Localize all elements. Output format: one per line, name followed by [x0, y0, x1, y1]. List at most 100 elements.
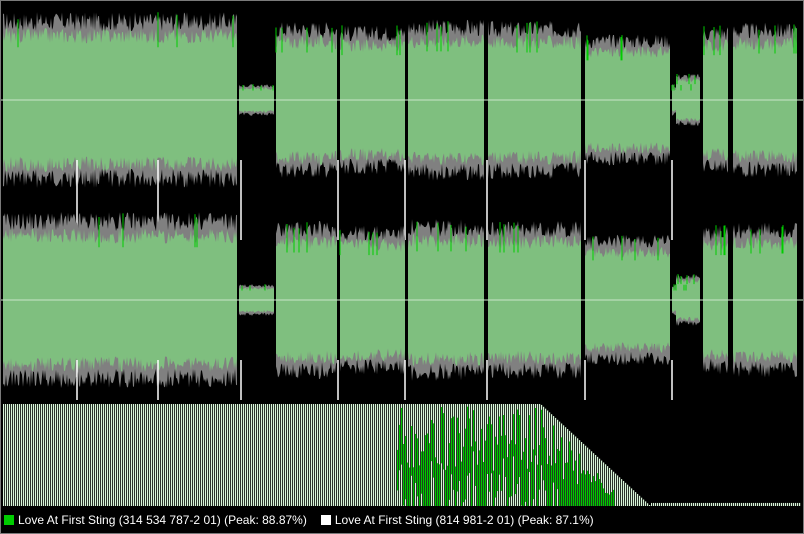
- spectrum-bar-b: [61, 404, 63, 506]
- spectrum-bar-b: [641, 497, 643, 506]
- spectrum-bar-b: [239, 404, 241, 506]
- spectrum-bar-b: [65, 404, 67, 506]
- spectrum-bar-b: [131, 404, 133, 506]
- spectrum-bar-a: [397, 449, 399, 491]
- spectrum-bar-b: [29, 404, 31, 506]
- spectrum-bar-a: [431, 419, 433, 462]
- spectrum-bar-b: [283, 404, 285, 506]
- spectrum-bar-a: [505, 435, 507, 478]
- spectrum-bar-b: [301, 404, 303, 506]
- spectrum-bar-b: [367, 404, 369, 506]
- spectrum-bar-a: [581, 473, 583, 506]
- spectrum-bar-a: [519, 414, 521, 478]
- spectrum-bar-a: [509, 443, 511, 498]
- spectrum-bar-a: [419, 465, 421, 506]
- spectrum-bar-a: [413, 467, 415, 506]
- spectrum-bar-a: [571, 450, 573, 506]
- spectrum-bar-b: [177, 404, 179, 506]
- spectrum-bar-a: [469, 418, 471, 474]
- spectrum-bar-a: [529, 415, 531, 472]
- waveform-channel-right: [0, 212, 804, 400]
- spectrum-bar-b: [93, 404, 95, 506]
- spectrum-bar-a: [599, 479, 601, 506]
- spectrum-bar-a: [441, 407, 443, 464]
- spectrum-bar-b: [23, 404, 25, 506]
- spectrum-bar-b: [135, 404, 137, 506]
- spectrum-bar-b: [73, 404, 75, 506]
- spectrum-bar-b: [261, 404, 263, 506]
- spectrum-bar-b: [361, 404, 363, 506]
- spectrum-bar-b: [155, 404, 157, 506]
- spectrum-bar-b: [71, 404, 73, 506]
- spectrum-bar-b: [91, 404, 93, 506]
- spectrum-bar-a: [589, 474, 591, 506]
- spectrum-bar-b: [119, 404, 121, 506]
- spectrum-bar-b: [153, 404, 155, 506]
- spectrum-bar-a: [415, 433, 417, 483]
- spectrum-bar-a: [547, 464, 549, 506]
- spectrum-bar-a: [539, 445, 541, 490]
- spectrum-bar-b: [49, 404, 51, 506]
- spectrum-bar-b: [251, 404, 253, 506]
- spectrum-bar-b: [113, 404, 115, 506]
- spectrum-bar-b: [21, 404, 23, 506]
- spectrum-bar-b: [191, 404, 193, 506]
- legend: Love At First Sting (314 534 787-2 01) (…: [0, 506, 804, 534]
- legend-label-track-b: Love At First Sting (814 981-2 01) (Peak…: [334, 513, 594, 527]
- spectrum-bar-a: [515, 444, 517, 495]
- spectrum-bar-b: [101, 404, 103, 506]
- spectrum-bar-b: [635, 492, 637, 506]
- spectrum-bar-a: [437, 463, 439, 506]
- spectrum-bar-b: [13, 404, 15, 506]
- spectrum-bar-b: [223, 404, 225, 506]
- spectrum-bar-b: [317, 404, 319, 506]
- legend-label-track-a: Love At First Sting (314 534 787-2 01) (…: [18, 513, 307, 527]
- spectrum-bar-b: [259, 404, 261, 506]
- spectrum-bar-b: [307, 404, 309, 506]
- spectrum-bar-b: [87, 404, 89, 506]
- spectrum-bar-b: [217, 404, 219, 506]
- spectrum-bar-b: [295, 404, 297, 506]
- spectrum-bar-b: [619, 477, 621, 506]
- spectrum-bar-b: [123, 404, 125, 506]
- spectrum-bar-b: [83, 404, 85, 506]
- spectrum-bar-b: [183, 404, 185, 506]
- spectrum-bar-a: [453, 416, 455, 490]
- spectrum-bar-a: [449, 443, 451, 500]
- spectrum-bar-a: [495, 436, 497, 498]
- spectrum-bar-b: [347, 404, 349, 506]
- spectrum-bar-b: [325, 404, 327, 506]
- spectrum-bar-a: [613, 489, 615, 506]
- spectrum-bar-b: [205, 404, 207, 506]
- spectrum-bar-b: [243, 404, 245, 506]
- spectrum-bar-a: [451, 418, 453, 475]
- spectrum-bar-b: [371, 404, 373, 506]
- spectrum-bar-b: [617, 475, 619, 506]
- spectrum-bar-b: [129, 404, 131, 506]
- spectrum-bar-b: [269, 404, 271, 506]
- spectrum-bar-b: [167, 404, 169, 506]
- spectrum-bar-a: [443, 413, 445, 470]
- spectrum-bar-b: [353, 404, 355, 506]
- spectrum-bar-a: [601, 482, 603, 506]
- spectrum-bar-b: [337, 404, 339, 506]
- spectrum-bar-b: [149, 404, 151, 506]
- spectrum-bar-b: [381, 404, 383, 506]
- spectrum-bar-b: [27, 404, 29, 506]
- spectrum-bar-b: [137, 404, 139, 506]
- spectrum-bar-b: [15, 404, 17, 506]
- spectrum-bar-a: [435, 457, 437, 506]
- spectrum-bar-b: [89, 404, 91, 506]
- spectrum-bar-a: [503, 415, 505, 459]
- spectrum-bar-a: [465, 428, 467, 500]
- spectrum-bar-b: [209, 404, 211, 506]
- spectrum-bar-b: [17, 404, 19, 506]
- spectrum-bar-a: [475, 441, 477, 486]
- spectrum-bar-a: [423, 451, 425, 506]
- spectrum-bar-b: [47, 404, 49, 506]
- spectrum-bar-b: [173, 404, 175, 506]
- spectrum-bar-b: [85, 404, 87, 506]
- spectrum-bar-a: [579, 453, 581, 506]
- spectrum-bar-b: [53, 404, 55, 506]
- spectrum-bar-a: [487, 424, 489, 475]
